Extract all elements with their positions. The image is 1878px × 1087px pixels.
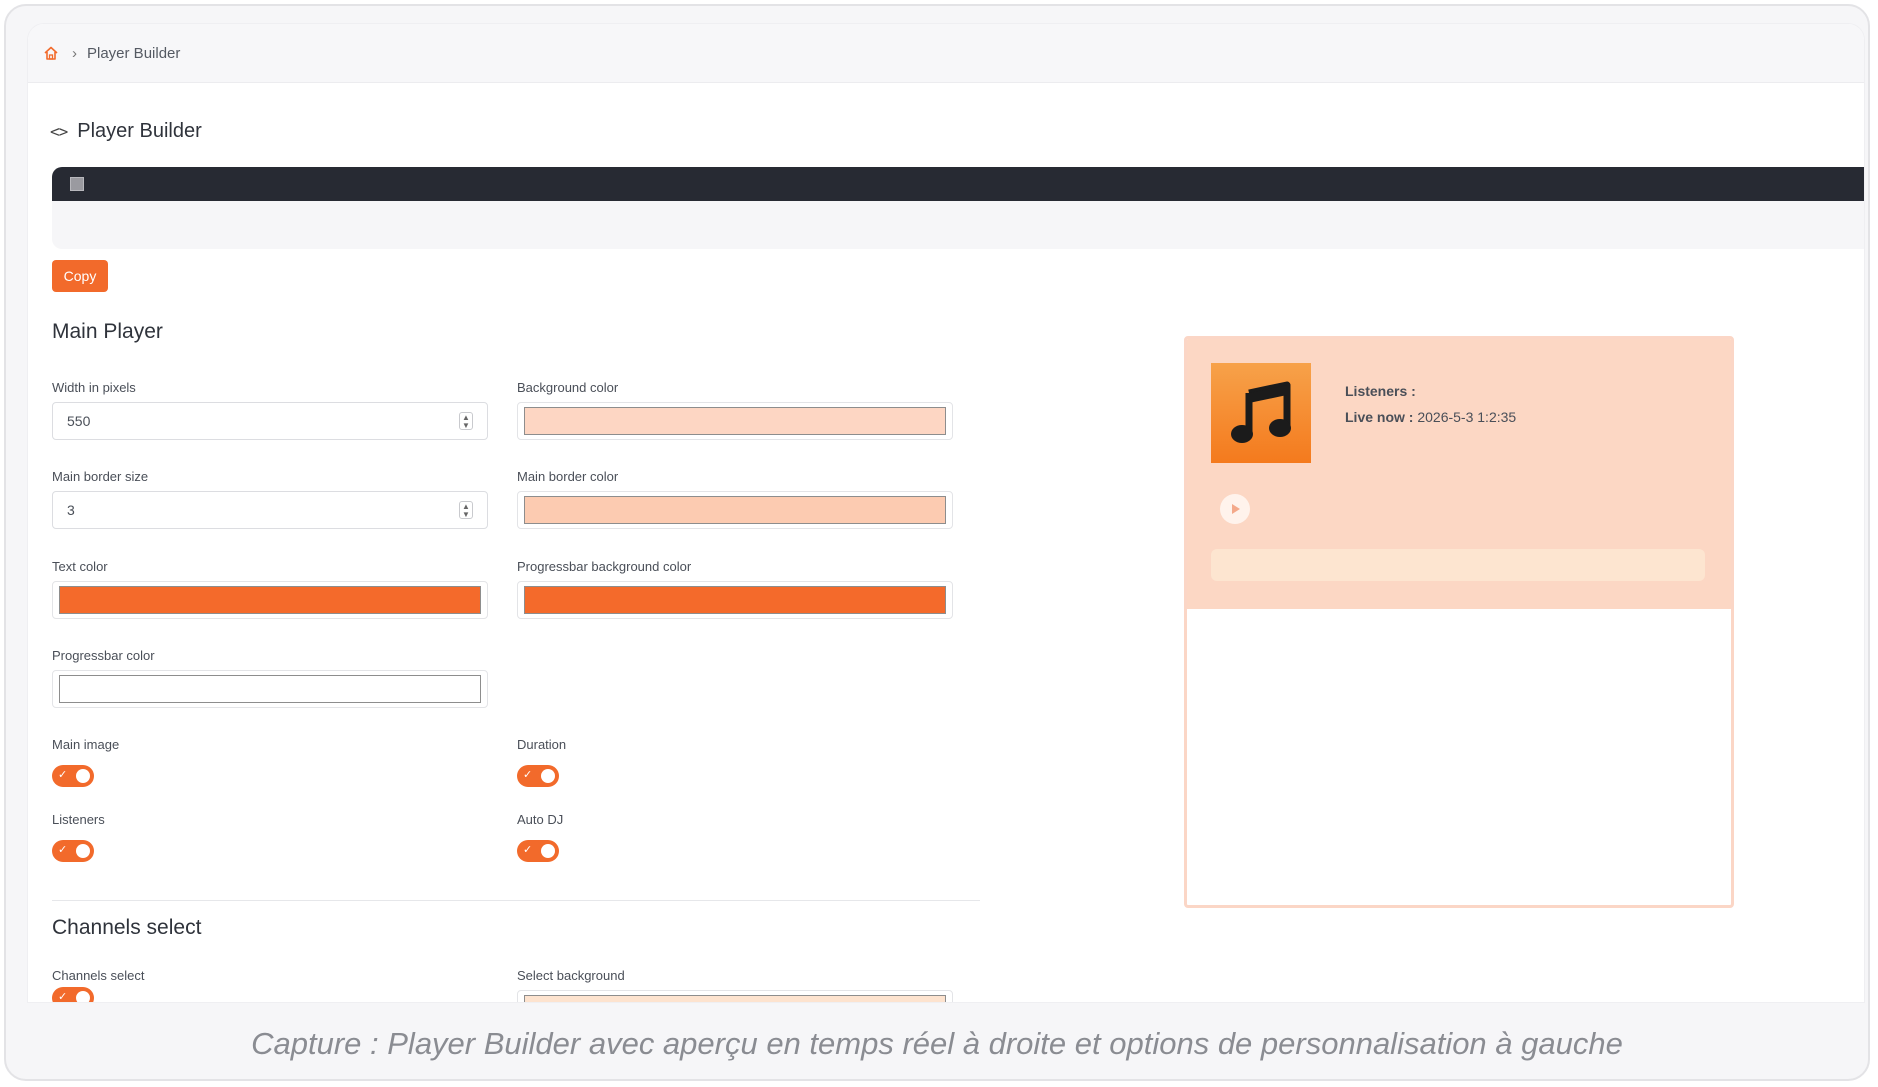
width-label: Width in pixels <box>52 380 136 395</box>
breadcrumb-current: Player Builder <box>87 44 181 62</box>
screenshot-frame: › Player Builder <> Player Builder Copy … <box>4 4 1870 1081</box>
preview-live-value: 2026-5-3 1:2:35 <box>1417 409 1517 425</box>
music-note-icon <box>1211 363 1311 463</box>
progressbar-bg-color-swatch <box>524 586 946 614</box>
progressbar-color-swatch <box>59 675 481 703</box>
border-size-value: 3 <box>67 502 75 518</box>
channels-select-toggle[interactable]: ✓ <box>52 987 94 1002</box>
text-color-swatch <box>59 586 481 614</box>
code-snippet-icon <box>70 177 84 191</box>
caption: Capture : Player Builder avec aperçu en … <box>251 1026 1623 1061</box>
background-color-label: Background color <box>517 380 619 395</box>
page-title: <> Player Builder <box>50 120 202 143</box>
border-color-swatch <box>524 496 946 524</box>
border-color-picker[interactable] <box>517 491 953 529</box>
channels-select-label: Channels select <box>52 968 145 983</box>
background-color-swatch <box>524 407 946 435</box>
check-icon: ✓ <box>58 844 68 856</box>
listeners-toggle[interactable]: ✓ <box>52 840 94 862</box>
section-title-main-player: Main Player <box>52 320 163 343</box>
width-value: 550 <box>67 413 91 429</box>
select-background-swatch <box>524 995 946 1002</box>
text-color-label: Text color <box>52 559 108 574</box>
section-title-channels: Channels select <box>52 916 202 939</box>
copy-button[interactable]: Copy <box>52 260 108 292</box>
main-image-label: Main image <box>52 737 120 752</box>
duration-toggle[interactable]: ✓ <box>517 765 559 787</box>
preview-live-label: Live now : <box>1345 409 1414 425</box>
embed-code-area[interactable] <box>52 167 1864 249</box>
background-color-picker[interactable] <box>517 402 953 440</box>
text-color-picker[interactable] <box>52 581 488 619</box>
check-icon: ✓ <box>523 769 533 781</box>
progressbar-color-picker[interactable] <box>52 670 488 708</box>
progressbar-color-label: Progressbar color <box>52 648 155 663</box>
check-icon: ✓ <box>58 991 68 1002</box>
check-icon: ✓ <box>58 769 68 781</box>
listeners-label: Listeners <box>52 812 105 827</box>
border-color-label: Main border color <box>517 469 619 484</box>
preview-progressbar[interactable] <box>1211 549 1705 581</box>
play-icon[interactable] <box>1220 494 1250 524</box>
page-title-text: Player Builder <box>77 120 202 142</box>
player-preview: Listeners : Live now : 2026-5-3 1:2:35 <box>1184 336 1734 908</box>
stepper-icon[interactable]: ▲ ▼ <box>459 412 473 430</box>
preview-listeners: Listeners : <box>1345 383 1416 399</box>
stepper-icon[interactable]: ▲ ▼ <box>459 501 473 519</box>
auto-dj-toggle[interactable]: ✓ <box>517 840 559 862</box>
main-image-toggle[interactable]: ✓ <box>52 765 94 787</box>
select-background-picker[interactable] <box>517 990 953 1002</box>
divider <box>52 900 980 901</box>
progressbar-bg-color-label: Progressbar background color <box>517 559 692 574</box>
check-icon: ✓ <box>523 844 533 856</box>
border-size-label: Main border size <box>52 469 149 484</box>
preview-live-now: Live now : 2026-5-3 1:2:35 <box>1345 409 1516 425</box>
border-size-input[interactable]: 3 ▲ ▼ <box>52 491 488 529</box>
progressbar-bg-color-picker[interactable] <box>517 581 953 619</box>
chevron-right-icon: › <box>72 44 77 62</box>
duration-label: Duration <box>517 737 567 752</box>
breadcrumb: › Player Builder <box>28 24 1864 83</box>
home-icon[interactable] <box>42 44 60 62</box>
code-icon: <> <box>50 122 68 141</box>
width-input[interactable]: 550 ▲ ▼ <box>52 402 488 440</box>
select-background-label: Select background <box>517 968 625 983</box>
auto-dj-label: Auto DJ <box>517 812 564 827</box>
app-window: › Player Builder <> Player Builder Copy … <box>28 24 1864 1002</box>
code-toolbar <box>52 167 1864 201</box>
